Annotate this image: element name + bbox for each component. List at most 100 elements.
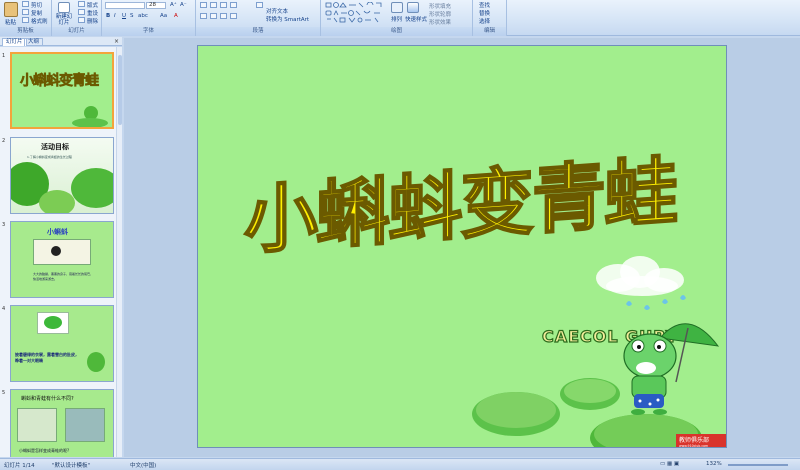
zoom-slider[interactable] — [728, 464, 788, 466]
view-buttons[interactable]: ▭ ▦ ▣ — [660, 461, 679, 467]
align-text-button[interactable]: 对齐文本 — [266, 7, 288, 15]
format-painter-button[interactable]: 格式刷 — [31, 17, 48, 25]
bold-button[interactable]: B — [106, 13, 110, 19]
thumbnail-row[interactable]: 5 蝌蚪和青蛙有什么不同? 小蝌蚪是怎样变成青蛙的呢? — [0, 389, 116, 457]
strikethrough-button[interactable]: S — [130, 13, 134, 19]
editing-group-label: 编辑 — [473, 27, 506, 36]
clipboard-group-label: 剪贴板 — [0, 27, 51, 36]
new-slide-icon[interactable] — [58, 2, 70, 13]
change-case-button[interactable]: Aa — [160, 13, 167, 19]
slide-title[interactable]: 小蝌蚪变青蛙 — [243, 148, 678, 266]
new-slide-button[interactable]: 新建幻灯片 — [54, 14, 74, 26]
thumbnail-title: 小蝌蚪变青蛙 — [20, 73, 100, 90]
current-slide[interactable]: 小蝌蚪变青蛙 CAECOL GURY 教师俱乐部 www.910club.com — [197, 45, 727, 448]
shrink-font-icon[interactable]: A⁻ — [180, 2, 187, 8]
lotus-leaf-image — [39, 190, 75, 213]
slide-thumbnail-5[interactable]: 蝌蚪和青蛙有什么不同? 小蝌蚪是怎样变成青蛙的呢? — [10, 389, 114, 457]
align-right-icon[interactable] — [220, 13, 227, 19]
ribbon: 粘贴 剪切 复制 格式刷 剪贴板 新建幻灯片 版式 重设 删除 幻灯片 28 A… — [0, 0, 800, 36]
thumbnail-frog-image — [87, 352, 105, 372]
paragraph-group: 对齐文本 转换为 SmartArt 段落 — [196, 0, 321, 36]
italic-button[interactable]: I — [114, 13, 116, 19]
find-button[interactable]: 查找 — [479, 1, 490, 9]
arrange-icon[interactable] — [391, 2, 403, 13]
tab-slides[interactable]: 幻灯片 — [2, 38, 27, 46]
font-name-combo[interactable] — [105, 2, 145, 9]
reset-icon[interactable] — [78, 9, 85, 15]
thumbnail-title: 小蝌蚪 — [47, 228, 68, 236]
font-size-combo[interactable]: 28 — [146, 2, 166, 9]
thumbnail-row[interactable]: 2 活动目标 1.了解小蝌蚪变成青蛙的生长过程 — [0, 137, 116, 217]
thumbnail-title: 蝌蚪和青蛙有什么不同? — [21, 396, 74, 402]
tadpole-icon — [51, 246, 61, 256]
panel-tabs: 幻灯片 大纲 × — [0, 37, 122, 46]
thumbnail-row[interactable]: 4 披着碧绿的衣裳，露着雪白的肚皮，睁着一对大眼睛 — [0, 305, 116, 385]
thumbnail-caption: 披着碧绿的衣裳，露着雪白的肚皮，睁着一对大眼睛 — [15, 352, 79, 363]
slide-number: 4 — [2, 306, 6, 312]
select-button[interactable]: 选择 — [479, 17, 490, 25]
thumbnail-leaf-image — [72, 118, 108, 127]
font-group-label: 字体 — [102, 27, 195, 36]
zoom-level[interactable]: 132% — [706, 461, 722, 467]
shapes-gallery-icon[interactable] — [325, 2, 385, 24]
quick-styles-icon[interactable] — [407, 2, 419, 13]
status-bar: 幻灯片 1/14 "默认设计模板" 中文(中国) ▭ ▦ ▣ 132% — [0, 458, 800, 470]
reset-button[interactable]: 重设 — [87, 9, 98, 17]
slides-group: 新建幻灯片 版式 重设 删除 幻灯片 — [52, 0, 102, 36]
paste-icon[interactable] — [4, 2, 18, 17]
lily-pad-image — [472, 378, 702, 447]
lotus-leaf-image — [71, 168, 113, 208]
slides-group-label: 幻灯片 — [52, 27, 101, 36]
panel-scrollbar[interactable] — [116, 47, 122, 457]
bullets-icon[interactable] — [200, 2, 207, 8]
shape-effects-button[interactable]: 形状效果 — [429, 18, 451, 26]
justify-icon[interactable] — [230, 13, 237, 19]
paste-button[interactable]: 粘贴 — [5, 18, 16, 26]
quick-styles-button[interactable]: 快速样式 — [405, 15, 427, 23]
align-center-icon[interactable] — [210, 13, 217, 19]
paragraph-group-label: 段落 — [196, 27, 320, 36]
tadpole-image — [17, 408, 57, 442]
copy-button[interactable]: 复制 — [31, 9, 42, 17]
slide-artwork: 小蝌蚪变青蛙 CAECOL GURY 教师俱乐部 www.910club.com — [243, 148, 726, 447]
font-color-button[interactable]: A — [174, 13, 178, 19]
language[interactable]: 中文(中国) — [130, 461, 156, 469]
cut-icon[interactable] — [22, 1, 29, 7]
thumbnail-row[interactable]: 3 小蝌蚪 大大的脑袋，黑黑的身子，甩着长长的尾巴，快活地游来游去。 — [0, 221, 116, 301]
thumbnail-row[interactable]: 1 小蝌蚪变青蛙 — [0, 52, 116, 132]
layout-icon[interactable] — [78, 1, 85, 7]
cut-button[interactable]: 剪切 — [31, 1, 42, 9]
delete-icon[interactable] — [78, 17, 85, 23]
slide-thumbnail-1[interactable]: 小蝌蚪变青蛙 — [10, 52, 114, 129]
underline-button[interactable]: U — [122, 13, 126, 19]
copy-icon[interactable] — [22, 9, 29, 15]
slide-thumbnail-4[interactable]: 披着碧绿的衣裳，露着雪白的肚皮，睁着一对大眼睛 — [10, 305, 114, 382]
thumbnail-caption: 大大的脑袋，黑黑的身子，甩着长长的尾巴，快活地游来游去。 — [33, 272, 94, 281]
shape-fill-button[interactable]: 形状填充 — [429, 2, 451, 10]
arrange-button[interactable]: 排列 — [391, 15, 402, 23]
theme-name: "默认设计模板" — [52, 463, 91, 469]
tab-outline[interactable]: 大纲 — [24, 38, 44, 46]
shadow-button[interactable]: abc — [138, 13, 148, 19]
thumbnail-caption: 小蝌蚪是怎样变成青蛙的呢? — [19, 448, 70, 453]
slide-number: 1 — [2, 53, 6, 59]
replace-button[interactable]: 替换 — [479, 9, 490, 17]
increase-indent-icon[interactable] — [230, 2, 237, 8]
layout-button[interactable]: 版式 — [87, 1, 98, 9]
slide-thumbnail-3[interactable]: 小蝌蚪 大大的脑袋，黑黑的身子，甩着长长的尾巴，快活地游来游去。 — [10, 221, 114, 298]
numbering-icon[interactable] — [210, 2, 217, 8]
format-painter-icon[interactable] — [22, 17, 29, 23]
convert-smartart-button[interactable]: 转换为 SmartArt — [266, 15, 309, 23]
tadpole-image — [33, 239, 91, 265]
grow-font-icon[interactable]: A⁺ — [170, 2, 177, 8]
slide-number: 3 — [2, 222, 6, 228]
align-left-icon[interactable] — [200, 13, 207, 19]
shape-outline-button[interactable]: 形状轮廓 — [429, 10, 451, 18]
slide-thumbnail-2[interactable]: 活动目标 1.了解小蝌蚪变成青蛙的生长过程 — [10, 137, 114, 214]
scrollbar-thumb[interactable] — [118, 55, 122, 125]
text-direction-icon[interactable] — [256, 2, 263, 8]
delete-button[interactable]: 删除 — [87, 17, 98, 25]
slide-thumbnail-panel: 1 小蝌蚪变青蛙 2 活动目标 1.了解小蝌蚪变成青蛙的生长过程 3 小蝌蚪 大… — [0, 47, 122, 457]
close-icon[interactable]: × — [114, 38, 119, 45]
decrease-indent-icon[interactable] — [220, 2, 227, 8]
